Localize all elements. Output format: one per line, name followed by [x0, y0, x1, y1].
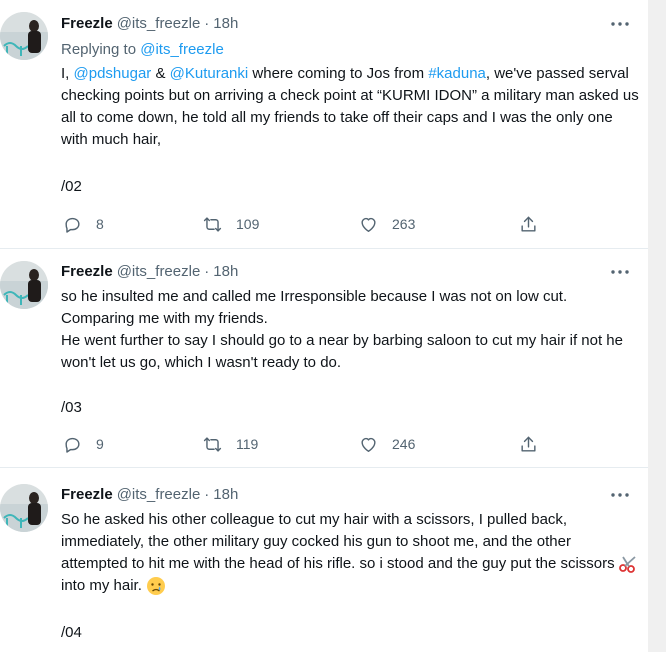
thread-counter: /02	[61, 178, 82, 195]
retweet-button[interactable]: 109	[203, 212, 259, 236]
tweet-text: I, @pdshugar & @Kuturanki where coming t…	[61, 63, 641, 151]
retweet-icon	[203, 436, 222, 452]
scrollbar-track[interactable]	[648, 0, 666, 652]
reply-bubble-icon	[65, 437, 80, 453]
text-segment: So he asked his other colleague to cut m…	[61, 511, 615, 572]
share-upload-icon	[521, 436, 536, 452]
hashtag-link[interactable]: #kaduna	[428, 65, 486, 82]
tweet[interactable]: Freezle @its_freezle · 18h so he insulte…	[0, 249, 648, 468]
display-name[interactable]: Freezle	[61, 262, 113, 282]
more-options-button[interactable]	[608, 14, 632, 34]
tweet-actions: 9 119 246	[61, 432, 541, 456]
tweet-actions: 8 109 263	[61, 212, 541, 236]
avatar[interactable]	[0, 261, 48, 309]
tweet-text: so he insulted me and called me Irrespon…	[61, 286, 641, 374]
tweet-header: Freezle @its_freezle · 18h	[61, 262, 238, 282]
reply-bubble-icon	[65, 217, 80, 233]
text-segment: I,	[61, 65, 74, 82]
tweet-header: Freezle @its_freezle · 18h	[61, 485, 238, 505]
more-options-button[interactable]	[608, 485, 632, 505]
like-count: 263	[392, 216, 416, 232]
separator: ·	[204, 15, 210, 32]
display-name[interactable]: Freezle	[61, 485, 113, 505]
user-handle[interactable]: @its_freezle	[117, 262, 201, 282]
timestamp[interactable]: 18h	[213, 262, 238, 282]
avatar[interactable]	[0, 12, 48, 60]
tweet-thread: Freezle @its_freezle · 18h Replying to @…	[0, 0, 648, 652]
text-segment: where coming to Jos from	[248, 65, 429, 82]
replying-to-handle[interactable]: @its_freezle	[140, 41, 224, 58]
thread-counter: /04	[61, 624, 82, 641]
heart-icon	[361, 217, 376, 232]
separator: ·	[204, 486, 210, 503]
avatar[interactable]	[0, 484, 48, 532]
reply-button[interactable]: 9	[63, 432, 104, 456]
tweet-header: Freezle @its_freezle · 18h	[61, 14, 238, 34]
like-button[interactable]: 246	[359, 432, 415, 456]
like-count: 246	[392, 436, 416, 452]
replying-to: Replying to @its_freezle	[61, 40, 224, 60]
reply-count: 9	[96, 436, 104, 452]
scissors-emoji	[618, 556, 636, 573]
share-button[interactable]	[519, 432, 538, 456]
text-line: Comparing me with my friends.	[61, 310, 268, 327]
reply-count: 8	[96, 216, 104, 232]
retweet-count: 119	[236, 436, 259, 452]
reply-button[interactable]: 8	[63, 212, 104, 236]
heart-icon	[361, 437, 376, 452]
thread-counter: /03	[61, 399, 82, 416]
display-name[interactable]: Freezle	[61, 14, 113, 34]
replying-to-label: Replying to	[61, 41, 137, 58]
tweet-text: So he asked his other colleague to cut m…	[61, 509, 641, 597]
more-dots-icon	[611, 22, 629, 26]
crying-face-emoji	[147, 577, 166, 596]
share-button[interactable]	[519, 212, 538, 236]
text-line: He went further to say I should go to a …	[61, 332, 623, 371]
text-line: so he insulted me and called me Irrespon…	[61, 288, 568, 305]
more-dots-icon	[611, 270, 629, 274]
tweet[interactable]: Freezle @its_freezle · 18h So he asked h…	[0, 468, 648, 652]
text-segment: &	[151, 65, 170, 82]
more-options-button[interactable]	[608, 262, 632, 282]
separator: ·	[204, 263, 210, 280]
mention-link[interactable]: @Kuturanki	[170, 65, 249, 82]
share-upload-icon	[521, 216, 536, 232]
tweet[interactable]: Freezle @its_freezle · 18h Replying to @…	[0, 0, 648, 249]
retweet-button[interactable]: 119	[203, 432, 258, 456]
user-handle[interactable]: @its_freezle	[117, 485, 201, 505]
timestamp[interactable]: 18h	[213, 485, 238, 505]
timestamp[interactable]: 18h	[213, 14, 238, 34]
mention-link[interactable]: @pdshugar	[74, 65, 152, 82]
user-handle[interactable]: @its_freezle	[117, 14, 201, 34]
retweet-icon	[203, 216, 222, 232]
like-button[interactable]: 263	[359, 212, 415, 236]
more-dots-icon	[611, 493, 629, 497]
retweet-count: 109	[236, 216, 260, 232]
text-segment: into my hair.	[61, 577, 147, 594]
